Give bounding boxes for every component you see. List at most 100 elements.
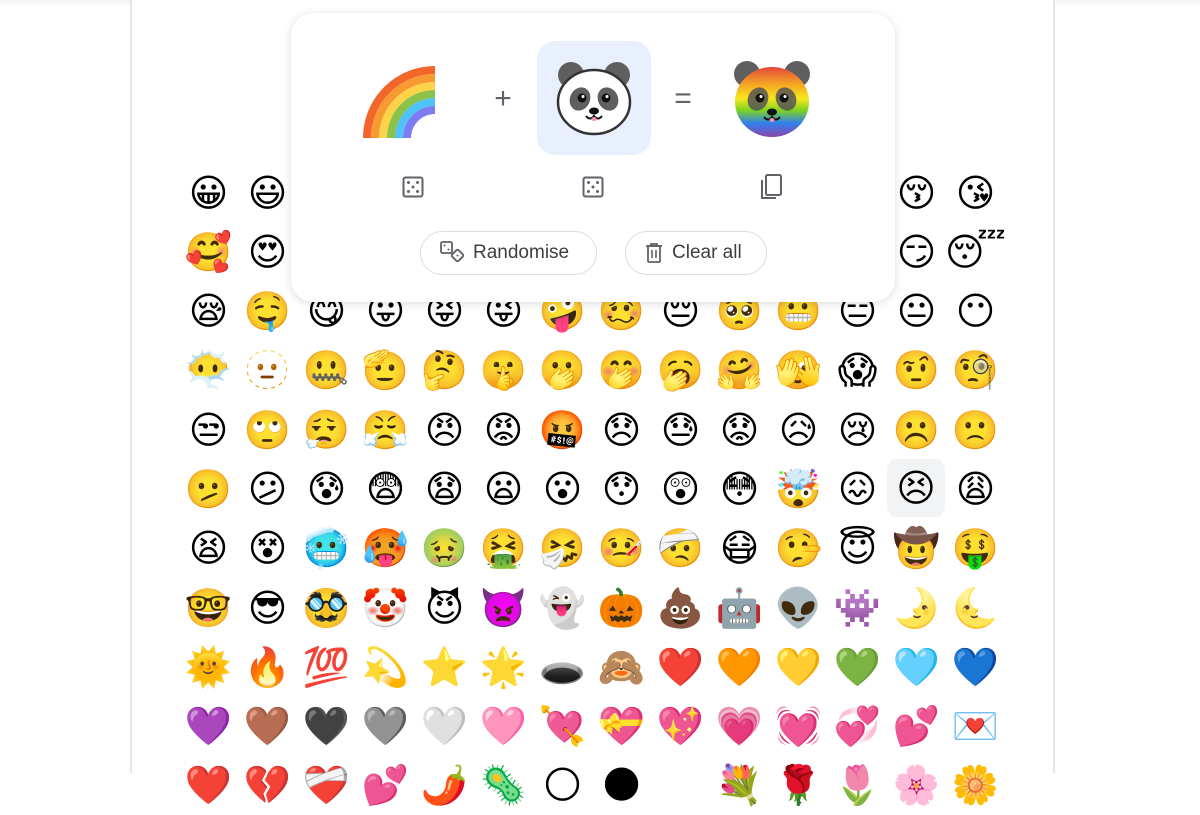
clear-all-button[interactable]: Clear all xyxy=(625,231,767,275)
emoji-cell[interactable]: 😫 xyxy=(179,519,238,578)
emoji-cell[interactable]: 🌶️ xyxy=(415,756,474,815)
emoji-cell[interactable]: 🖤 xyxy=(297,697,356,756)
emoji-cell[interactable]: 😣 xyxy=(887,459,945,518)
emoji-cell[interactable]: 💫 xyxy=(356,637,415,696)
emoji-cell[interactable]: 😢 xyxy=(828,400,887,459)
emoji-cell[interactable]: 🔥 xyxy=(238,637,297,696)
emoji-cell[interactable]: 🤐 xyxy=(297,341,356,400)
emoji-cell[interactable]: 💖 xyxy=(651,697,710,756)
emoji-cell[interactable]: 😚 xyxy=(887,163,946,222)
emoji-cell[interactable]: 🌼 xyxy=(946,756,1005,815)
emoji-cell[interactable]: 💌 xyxy=(946,697,1005,756)
randomise-first-button[interactable] xyxy=(399,173,427,201)
randomise-second-button[interactable] xyxy=(579,173,607,201)
second-emoji-slot[interactable] xyxy=(537,41,651,155)
emoji-cell[interactable]: 💙 xyxy=(946,637,1005,696)
emoji-cell[interactable]: 💘 xyxy=(533,697,592,756)
emoji-cell[interactable]: 🫡 xyxy=(356,341,415,400)
emoji-cell[interactable]: 😷 xyxy=(710,519,769,578)
emoji-cell[interactable]: 🫣 xyxy=(769,341,828,400)
emoji-cell[interactable]: 🤍 xyxy=(415,697,474,756)
emoji-cell[interactable]: 😍 xyxy=(238,222,297,281)
emoji-cell[interactable]: 💔 xyxy=(238,756,297,815)
emoji-cell[interactable]: 😎 xyxy=(238,578,297,637)
emoji-cell[interactable]: 😀 xyxy=(179,163,238,222)
emoji-cell[interactable]: 🫥 xyxy=(238,341,297,400)
emoji-cell[interactable]: 🧐 xyxy=(946,341,1005,400)
emoji-cell[interactable]: 🤎 xyxy=(238,697,297,756)
emoji-cell[interactable]: 💕 xyxy=(356,756,415,815)
emoji-cell[interactable]: 😞 xyxy=(592,400,651,459)
emoji-cell[interactable]: ☹️ xyxy=(887,400,946,459)
emoji-cell[interactable]: 😶 xyxy=(946,282,1005,341)
emoji-cell[interactable]: 💞 xyxy=(828,697,887,756)
emoji-cell[interactable]: 😦 xyxy=(474,459,533,518)
emoji-cell[interactable]: ⭐ xyxy=(415,637,474,696)
emoji-cell[interactable]: 😵 xyxy=(238,519,297,578)
emoji-cell[interactable]: 🤧 xyxy=(533,519,592,578)
emoji-cell[interactable]: 🫢 xyxy=(533,341,592,400)
emoji-cell[interactable]: 😱 xyxy=(828,341,887,400)
emoji-cell[interactable]: 🤨 xyxy=(887,341,946,400)
emoji-cell[interactable]: 🧡 xyxy=(710,637,769,696)
emoji-cell[interactable]: 🤢 xyxy=(415,519,474,578)
emoji-cell[interactable]: 👻 xyxy=(533,578,592,637)
emoji-cell[interactable]: 😶‍🌫️ xyxy=(179,341,238,400)
copy-result-button[interactable] xyxy=(758,173,786,201)
emoji-cell[interactable]: 🥱 xyxy=(651,341,710,400)
emoji-cell[interactable]: 🤠 xyxy=(887,519,946,578)
emoji-cell[interactable]: 🤓 xyxy=(179,578,238,637)
emoji-cell[interactable]: 🦠 xyxy=(474,756,533,815)
emoji-cell[interactable]: 👾 xyxy=(828,578,887,637)
emoji-cell[interactable]: 😇 xyxy=(828,519,887,578)
emoji-cell[interactable]: ❤️ xyxy=(179,756,238,815)
emoji-cell[interactable]: 🩶 xyxy=(356,697,415,756)
emoji-cell[interactable]: 🌞 xyxy=(179,637,238,696)
emoji-cell[interactable]: 🎃 xyxy=(592,578,651,637)
emoji-cell[interactable]: 🙈 xyxy=(592,637,651,696)
emoji-cell[interactable]: 😏 xyxy=(887,222,946,281)
emoji-cell[interactable]: 🥸 xyxy=(297,578,356,637)
emoji-cell[interactable]: 💕 xyxy=(887,697,946,756)
emoji-cell[interactable]: 🤬 xyxy=(533,400,592,459)
emoji-cell[interactable]: 😘 xyxy=(946,163,1005,222)
emoji-cell[interactable]: 😖 xyxy=(828,459,887,518)
emoji-cell[interactable]: 😃 xyxy=(238,163,297,222)
emoji-cell[interactable]: 😨 xyxy=(356,459,415,518)
emoji-cell[interactable]: 🌸 xyxy=(887,756,946,815)
emoji-cell[interactable]: 😩 xyxy=(946,459,1005,518)
emoji-cell[interactable]: 🤑 xyxy=(946,519,1005,578)
result-emoji-slot[interactable] xyxy=(715,41,829,155)
emoji-cell[interactable]: 💯 xyxy=(297,637,356,696)
emoji-cell[interactable]: 🥰 xyxy=(179,222,238,281)
emoji-cell[interactable]: 🕳️ xyxy=(533,637,592,696)
emoji-cell[interactable]: 💛 xyxy=(769,637,828,696)
emoji-cell[interactable]: 🌕 xyxy=(533,756,592,815)
emoji-cell[interactable]: 🤗 xyxy=(710,341,769,400)
emoji-cell[interactable]: 😲 xyxy=(651,459,710,518)
emoji-cell[interactable]: 💜 xyxy=(179,697,238,756)
emoji-cell[interactable]: 😪 xyxy=(179,282,238,341)
emoji-cell[interactable]: 😟 xyxy=(710,400,769,459)
emoji-cell[interactable]: 😒 xyxy=(179,400,238,459)
emoji-cell[interactable]: 😮 xyxy=(533,459,592,518)
emoji-cell[interactable]: 🤥 xyxy=(769,519,828,578)
emoji-cell[interactable]: 🩷 xyxy=(474,697,533,756)
emoji-cell[interactable]: 🤭 xyxy=(592,341,651,400)
emoji-cell[interactable]: 😴 xyxy=(945,222,1006,281)
emoji-cell[interactable]: 🥵 xyxy=(356,519,415,578)
emoji-cell[interactable]: 👿 xyxy=(474,578,533,637)
emoji-cell[interactable]: 💝 xyxy=(592,697,651,756)
emoji-cell[interactable]: 😥 xyxy=(769,400,828,459)
emoji-cell[interactable]: 🫤 xyxy=(179,459,238,518)
emoji-cell[interactable]: 🤫 xyxy=(474,341,533,400)
emoji-cell[interactable]: 😳 xyxy=(710,459,769,518)
emoji-cell[interactable]: 🤖 xyxy=(710,578,769,637)
emoji-cell[interactable]: 😯 xyxy=(592,459,651,518)
emoji-cell[interactable]: 🥶 xyxy=(297,519,356,578)
emoji-cell[interactable]: 🌹 xyxy=(769,756,828,815)
randomise-button[interactable]: Randomise xyxy=(420,231,597,275)
emoji-cell[interactable]: 💓 xyxy=(769,697,828,756)
emoji-cell[interactable]: 🤒 xyxy=(592,519,651,578)
emoji-cell[interactable]: 🌑 xyxy=(592,756,651,815)
